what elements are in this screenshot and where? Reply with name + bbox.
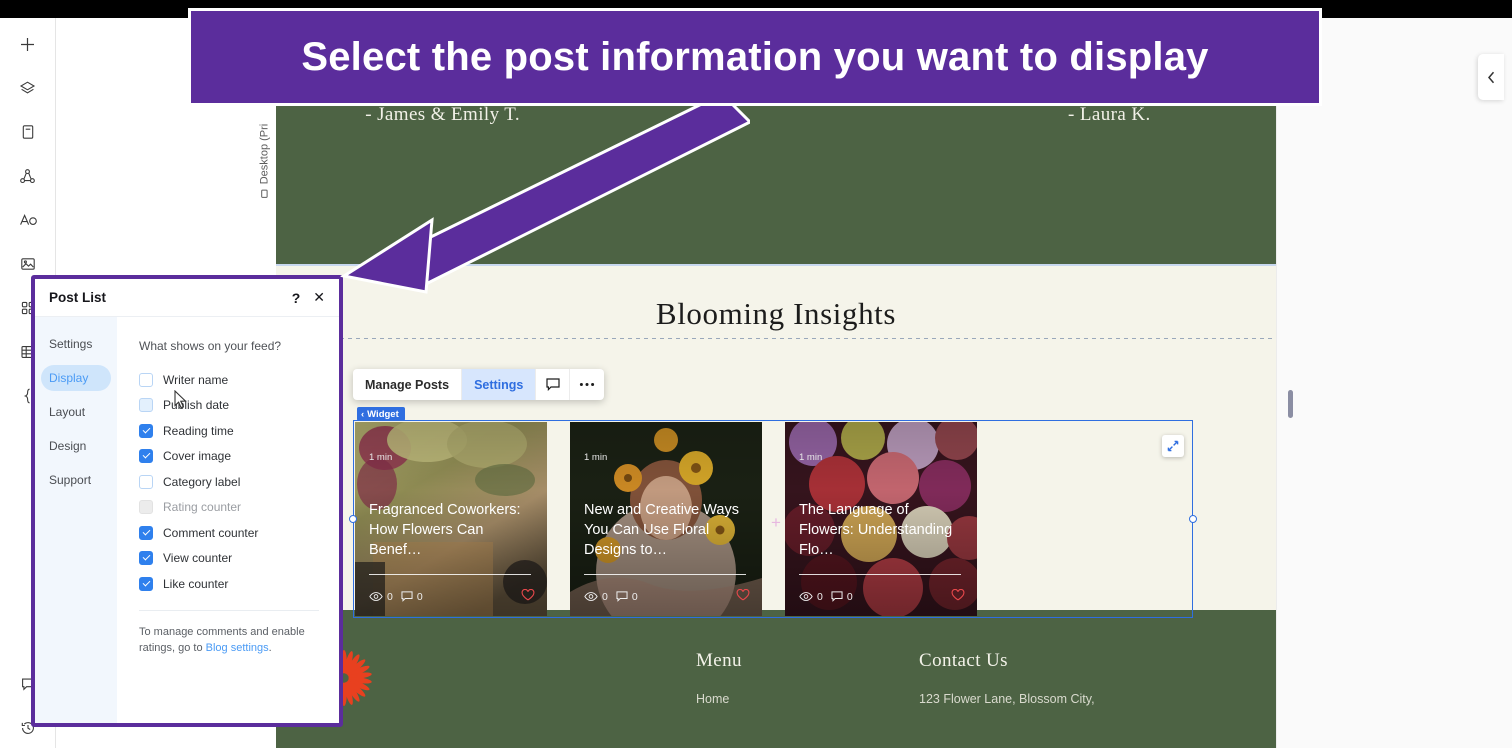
option-reading-time[interactable]: Reading time xyxy=(139,418,319,444)
checkbox-cover-image[interactable] xyxy=(139,449,153,464)
media-image-icon[interactable] xyxy=(14,250,42,278)
widget-tag-label: Widget xyxy=(367,408,399,420)
post-list-settings-panel[interactable]: Post List ? ✕ Settings Display Layout De… xyxy=(31,275,343,727)
text-icon[interactable] xyxy=(14,206,42,234)
footer-menu-heading: Menu xyxy=(696,650,742,671)
option-rating-counter: Rating counter xyxy=(139,495,319,521)
checkbox-like-counter[interactable] xyxy=(139,576,153,591)
manage-posts-button[interactable]: Manage Posts xyxy=(353,369,463,400)
collapse-panel-button[interactable] xyxy=(1478,54,1504,100)
footer-address: 123 Flower Lane, Blossom City, xyxy=(919,692,1095,706)
nav-item-settings[interactable]: Settings xyxy=(41,331,111,357)
option-label: Cover image xyxy=(163,449,232,464)
add-between-icon[interactable]: + xyxy=(771,513,781,533)
option-like-counter[interactable]: Like counter xyxy=(139,571,319,597)
checkbox-comment-counter[interactable] xyxy=(139,525,153,540)
checkbox-publish-date[interactable] xyxy=(139,398,153,413)
option-comment-counter[interactable]: Comment counter xyxy=(139,520,319,546)
screen-root: Desktop (Pri and the arrangements were b… xyxy=(0,0,1512,748)
widget-toolbar[interactable]: Manage Posts Settings xyxy=(353,369,605,400)
nav-item-support[interactable]: Support xyxy=(41,467,111,493)
checkbox-reading-time[interactable] xyxy=(139,423,153,438)
monitor-icon xyxy=(260,189,267,198)
checkbox-view-counter[interactable] xyxy=(139,551,153,566)
device-label-text: Desktop (Pri xyxy=(258,123,270,185)
more-icon[interactable] xyxy=(570,369,604,400)
panel-nav: Settings Display Layout Design Support xyxy=(35,317,117,723)
comment-icon[interactable] xyxy=(536,369,571,400)
widget-type-tag[interactable]: ‹ Widget xyxy=(357,407,405,421)
device-mode-label[interactable]: Desktop (Pri xyxy=(252,96,276,226)
option-label: Reading time xyxy=(163,423,234,438)
panel-header-actions: ? ✕ xyxy=(292,289,325,306)
option-label: Category label xyxy=(163,474,241,489)
annotation-arrow xyxy=(340,92,750,294)
nav-item-layout[interactable]: Layout xyxy=(41,399,111,425)
checkbox-writer-name[interactable] xyxy=(139,372,153,387)
expand-widget-button[interactable] xyxy=(1162,435,1184,457)
option-label: Publish date xyxy=(163,398,230,413)
checkbox-category-label[interactable] xyxy=(139,474,153,489)
panel-note: To manage comments and enable ratings, g… xyxy=(139,624,319,656)
option-publish-date[interactable]: Publish date xyxy=(139,393,319,419)
footer-contact-heading: Contact Us xyxy=(919,650,1008,671)
annotation-text: Select the post information you want to … xyxy=(301,34,1209,79)
option-label: Like counter xyxy=(163,576,229,591)
footer-contact-column: Contact Us 123 Flower Lane, Blossom City… xyxy=(919,650,1095,706)
layers-icon[interactable] xyxy=(14,74,42,102)
close-icon[interactable]: ✕ xyxy=(313,289,325,306)
panel-header: Post List ? ✕ xyxy=(35,279,339,317)
chevron-left-icon xyxy=(1487,71,1494,83)
chevron-left-icon: ‹ xyxy=(361,408,365,420)
option-label: Writer name xyxy=(163,372,229,387)
site-footer: Menu Home Contact Us 123 Flower Lane, Bl… xyxy=(276,610,1276,748)
panel-title: Post List xyxy=(49,290,107,305)
annotation-callout: Select the post information you want to … xyxy=(188,8,1322,106)
note-suffix: . xyxy=(268,641,272,654)
display-options-heading: What shows on your feed? xyxy=(139,339,282,353)
help-icon[interactable]: ? xyxy=(292,290,301,306)
testimonial-author: - Laura K. xyxy=(1068,104,1151,125)
panel-content: What shows on your feed? Writer name Pub… xyxy=(117,317,339,723)
option-label: Comment counter xyxy=(163,525,259,540)
panel-body: Settings Display Layout Design Support W… xyxy=(35,317,339,723)
add-icon[interactable] xyxy=(14,30,42,58)
settings-button[interactable]: Settings xyxy=(462,369,537,400)
option-label: View counter xyxy=(163,551,233,566)
footer-link-home[interactable]: Home xyxy=(696,692,742,706)
panel-divider xyxy=(139,609,319,611)
footer-menu-column: Menu Home xyxy=(696,650,742,706)
option-writer-name[interactable]: Writer name xyxy=(139,367,319,393)
right-panel-area xyxy=(1276,18,1512,748)
option-cover-image[interactable]: Cover image xyxy=(139,444,319,470)
resize-handle-right[interactable] xyxy=(1189,515,1197,523)
option-view-counter[interactable]: View counter xyxy=(139,546,319,572)
resize-handle-left[interactable] xyxy=(349,515,357,523)
section-dashed-guide xyxy=(276,338,1276,339)
nav-item-display[interactable]: Display xyxy=(41,365,111,391)
blog-settings-link[interactable]: Blog settings xyxy=(206,642,269,654)
nav-item-design[interactable]: Design xyxy=(41,433,111,459)
pages-icon[interactable] xyxy=(14,118,42,146)
checkbox-rating-counter xyxy=(139,500,153,515)
option-category-label[interactable]: Category label xyxy=(139,469,319,495)
stage-scrollbar-thumb[interactable] xyxy=(1288,390,1293,418)
apps-icon[interactable] xyxy=(14,162,42,190)
option-label: Rating counter xyxy=(163,500,242,515)
